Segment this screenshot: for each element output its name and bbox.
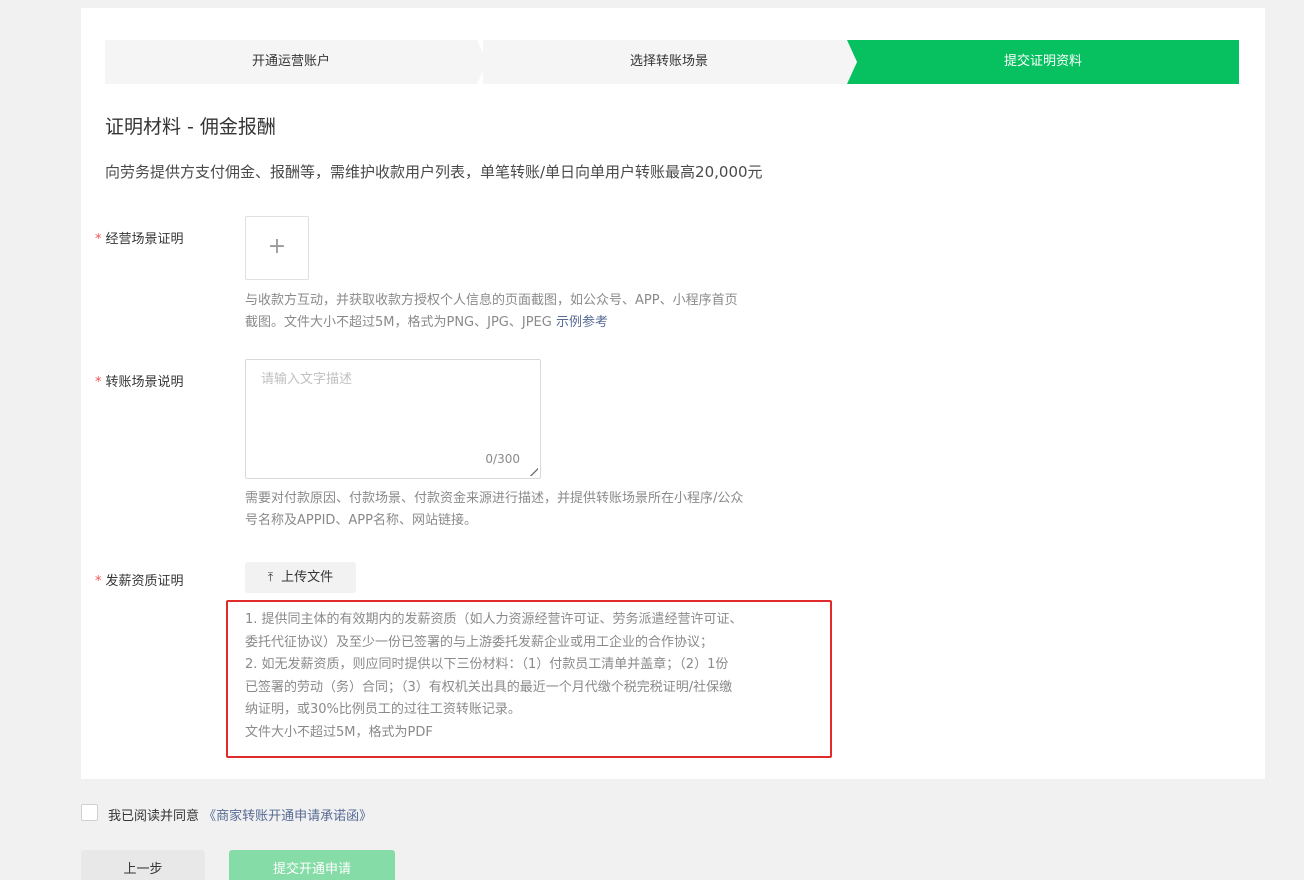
required-mark: * <box>95 375 102 390</box>
upload-file-button[interactable]: ⤒ 上传文件 <box>245 562 356 593</box>
transfer-desc-hint: 需要对付款原因、付款场景、付款资金来源进行描述，并提供转账场景所在小程序/公众 … <box>245 491 744 528</box>
char-counter: 0/300 <box>485 452 520 466</box>
upload-icon: ⤒ <box>267 570 274 584</box>
step-open-account: 开通运营账户 <box>105 40 487 84</box>
textarea-placeholder: 请输入文字描述 <box>261 372 353 387</box>
agreement-checkbox[interactable] <box>81 804 98 821</box>
submit-application-button[interactable]: 提交开通申请 <box>229 850 395 880</box>
salary-qualification-notes: 1. 提供同主体的有效期内的发薪资质（如人力资源经营许可证、劳务派遣经营许可证、… <box>245 612 743 740</box>
scene-proof-hint: 与收款方互动，并获取收款方授权个人信息的页面截图，如公众号、APP、小程序首页 … <box>245 293 738 330</box>
example-link[interactable]: 示例参考 <box>556 315 608 330</box>
step-indicator: 开通运营账户 选择转账场景 提交证明资料 <box>105 40 1239 84</box>
agreement-link[interactable]: 《商家转账开通申请承诺函》 <box>203 809 372 824</box>
resize-handle[interactable] <box>530 468 538 476</box>
field-label-scene-proof: * 经营场景证明 <box>95 232 184 247</box>
image-upload-box[interactable]: + <box>245 216 309 280</box>
step-submit-proof: 提交证明资料 <box>847 40 1239 84</box>
page-description: 向劳务提供方支付佣金、报酬等，需维护收款用户列表，单笔转账/单日向单用户转账最高… <box>105 163 763 181</box>
step-select-scene: 选择转账场景 <box>483 40 855 84</box>
form-card: 开通运营账户 选择转账场景 提交证明资料 证明材料 - 佣金报酬 向劳务提供方支… <box>81 8 1265 779</box>
transfer-description-textarea[interactable]: 请输入文字描述 0/300 <box>245 359 541 479</box>
required-mark: * <box>95 574 102 589</box>
previous-step-button[interactable]: 上一步 <box>81 850 205 880</box>
field-label-transfer-desc: * 转账场景说明 <box>95 375 184 390</box>
required-mark: * <box>95 232 102 247</box>
field-label-salary-qualification: * 发薪资质证明 <box>95 574 184 589</box>
page-title: 证明材料 - 佣金报酬 <box>105 116 276 138</box>
plus-icon: + <box>267 234 287 259</box>
agreement-text: 我已阅读并同意 《商家转账开通申请承诺函》 <box>108 809 373 824</box>
